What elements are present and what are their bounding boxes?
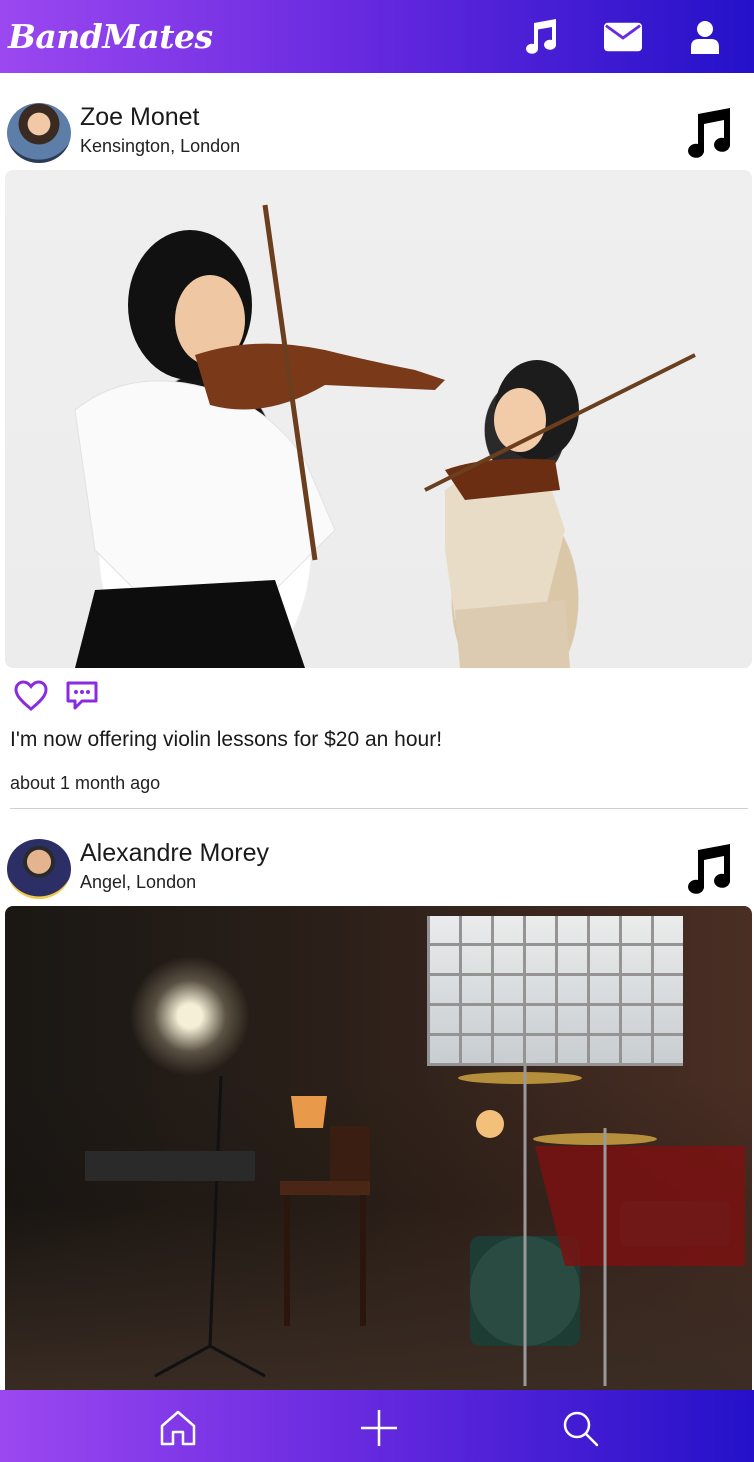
- post-card: Zoe Monet Kensington, London I'm now off…: [0, 73, 754, 809]
- post-text: I'm now offering violin lessons for $20 …: [10, 728, 443, 751]
- post-user-name[interactable]: Zoe Monet: [80, 103, 200, 132]
- bottom-nav: [0, 1390, 754, 1462]
- search-icon[interactable]: [560, 1408, 600, 1448]
- music-icon[interactable]: [522, 18, 560, 56]
- app-logo[interactable]: BandMates: [8, 17, 213, 56]
- music-icon: [684, 842, 732, 894]
- post-header: Zoe Monet Kensington, London: [0, 73, 754, 170]
- user-icon[interactable]: [686, 18, 724, 56]
- post-user-location: Angel, London: [80, 872, 197, 892]
- avatar[interactable]: [7, 839, 71, 899]
- post-image[interactable]: [5, 170, 752, 668]
- post-image[interactable]: [5, 906, 752, 1390]
- envelope-icon[interactable]: [604, 18, 642, 56]
- music-icon: [684, 106, 732, 158]
- avatar[interactable]: [7, 103, 71, 163]
- post-card: Alexandre Morey Angel, London: [0, 809, 754, 1390]
- heart-icon[interactable]: [14, 680, 48, 712]
- post-user-location: Kensington, London: [80, 136, 241, 156]
- plus-icon[interactable]: [359, 1408, 399, 1448]
- post-user-name[interactable]: Alexandre Morey: [80, 839, 269, 868]
- top-bar: BandMates: [0, 0, 754, 73]
- post-timestamp: about 1 month ago: [10, 773, 161, 793]
- feed[interactable]: Zoe Monet Kensington, London I'm now off…: [0, 73, 754, 1390]
- header-icons: [522, 18, 724, 56]
- comment-icon[interactable]: [65, 679, 99, 713]
- post-actions: [0, 668, 754, 728]
- post-header: Alexandre Morey Angel, London: [0, 809, 754, 906]
- home-icon[interactable]: [158, 1408, 198, 1448]
